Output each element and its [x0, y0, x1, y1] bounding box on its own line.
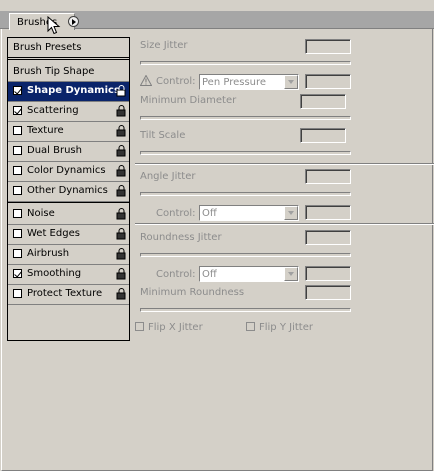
chevron-down-icon[interactable] — [284, 267, 298, 281]
list-item-label: Protect Texture — [27, 288, 103, 299]
list-item-label: Wet Edges — [27, 228, 80, 239]
angle-control-select[interactable]: Off — [199, 205, 299, 221]
size-jitter-label: Size Jitter — [140, 40, 188, 51]
list-item-noise[interactable]: Noise — [8, 205, 129, 225]
section-divider — [135, 163, 434, 165]
roundness-jitter-field[interactable] — [305, 230, 351, 245]
angle-control-field[interactable] — [305, 205, 351, 220]
list-item-label: Dual Brush — [27, 145, 82, 156]
list-item-label: Shape Dynamics — [27, 85, 120, 96]
list-item-label: Scattering — [27, 105, 79, 116]
size-jitter-slider[interactable] — [140, 61, 351, 65]
roundness-control-value: Off — [202, 269, 217, 280]
checkbox-protect-texture[interactable] — [13, 289, 22, 298]
flip-y-checkbox[interactable] — [246, 322, 255, 331]
list-item-dual-brush[interactable]: Dual Brush — [8, 142, 129, 162]
brush-tip-shape-item[interactable]: Brush Tip Shape — [8, 62, 129, 82]
lock-icon[interactable] — [115, 288, 126, 300]
minimum-roundness-slider[interactable] — [140, 308, 351, 312]
angle-jitter-field[interactable] — [305, 169, 351, 184]
list-item-smoothing[interactable]: Smoothing — [8, 265, 129, 285]
tilt-scale-slider[interactable] — [140, 151, 351, 155]
minimum-roundness-field[interactable] — [305, 285, 351, 300]
lock-icon[interactable] — [115, 228, 126, 240]
list-item-label: Airbrush — [27, 248, 70, 259]
svg-text:!: ! — [144, 78, 147, 87]
size-control-value: Pen Pressure — [202, 77, 267, 88]
angle-jitter-slider[interactable] — [140, 192, 351, 196]
roundness-control-field[interactable] — [305, 266, 351, 281]
flip-x-label: Flip X Jitter — [148, 322, 203, 333]
checkbox-other-dynamics[interactable] — [13, 186, 22, 195]
minimum-roundness-label: Minimum Roundness — [140, 287, 245, 298]
checkbox-smoothing[interactable] — [13, 269, 22, 278]
lock-icon[interactable] — [115, 165, 126, 177]
checkbox-texture[interactable] — [13, 126, 22, 135]
list-item-label: Other Dynamics — [27, 185, 108, 196]
brush-options-list: Brush Presets Brush Tip Shape Shape Dyna… — [7, 37, 130, 341]
size-control-field[interactable] — [305, 74, 351, 89]
lock-icon[interactable] — [115, 105, 126, 117]
list-item-scattering[interactable]: Scattering — [8, 102, 129, 122]
brush-tip-shape-label: Brush Tip Shape — [13, 66, 95, 77]
checkbox-dual-brush[interactable] — [13, 146, 22, 155]
list-item-label: Smoothing — [27, 268, 82, 279]
warning-icon: ! — [140, 75, 152, 86]
checkbox-scattering[interactable] — [13, 106, 22, 115]
list-item-label: Color Dynamics — [27, 165, 106, 176]
angle-control-value: Off — [202, 208, 217, 219]
roundness-control-select[interactable]: Off — [199, 266, 299, 282]
tilt-scale-label: Tilt Scale — [140, 130, 186, 141]
roundness-jitter-label: Roundness Jitter — [140, 232, 222, 243]
roundness-control-label: Control: — [156, 269, 196, 280]
flip-x-checkbox[interactable] — [135, 322, 144, 331]
section-divider — [135, 223, 434, 225]
lock-icon[interactable] — [115, 185, 126, 197]
chevron-down-icon[interactable] — [284, 206, 298, 220]
list-divider — [8, 202, 129, 204]
roundness-jitter-slider[interactable] — [140, 253, 351, 257]
size-control-label: Control: — [156, 76, 196, 87]
list-item-label: Noise — [27, 208, 55, 219]
lock-icon[interactable] — [115, 125, 126, 137]
list-item-label: Texture — [27, 125, 64, 136]
list-item-airbrush[interactable]: Airbrush — [8, 245, 129, 265]
list-item-wet-edges[interactable]: Wet Edges — [8, 225, 129, 245]
checkbox-color-dynamics[interactable] — [13, 166, 22, 175]
list-item-texture[interactable]: Texture — [8, 122, 129, 142]
size-control-select[interactable]: Pen Pressure — [199, 74, 299, 90]
angle-control-label: Control: — [156, 208, 196, 219]
list-item-color-dynamics[interactable]: Color Dynamics — [8, 162, 129, 182]
flip-y-label: Flip Y Jitter — [259, 322, 313, 333]
tilt-scale-field[interactable] — [300, 128, 346, 143]
lock-icon[interactable] — [115, 85, 126, 97]
size-jitter-field[interactable] — [305, 39, 351, 54]
minimum-diameter-field[interactable] — [300, 94, 346, 109]
checkbox-noise[interactable] — [13, 209, 22, 218]
brush-presets-item[interactable]: Brush Presets — [8, 38, 129, 58]
tab-brushes[interactable]: Brushes — [9, 13, 79, 30]
list-item-other-dynamics[interactable]: Other Dynamics — [8, 182, 129, 202]
list-item-protect-texture[interactable]: Protect Texture — [8, 285, 129, 305]
list-divider — [8, 59, 129, 61]
list-item-shape-dynamics[interactable]: Shape Dynamics — [8, 82, 129, 102]
checkbox-shape-dynamics[interactable] — [13, 86, 22, 95]
minimum-diameter-slider[interactable] — [140, 116, 351, 120]
lock-icon[interactable] — [115, 248, 126, 260]
panel-titlebar: Brushes — [0, 0, 434, 35]
angle-jitter-label: Angle Jitter — [140, 171, 196, 182]
chevron-down-icon[interactable] — [284, 75, 298, 89]
lock-icon[interactable] — [115, 145, 126, 157]
lock-icon[interactable] — [115, 208, 126, 220]
checkbox-wet-edges[interactable] — [13, 229, 22, 238]
lock-icon[interactable] — [115, 268, 126, 280]
panel-menu-arrow-icon[interactable] — [68, 16, 79, 27]
brush-presets-label: Brush Presets — [13, 42, 82, 53]
checkbox-airbrush[interactable] — [13, 249, 22, 258]
minimum-diameter-label: Minimum Diameter — [140, 95, 237, 106]
